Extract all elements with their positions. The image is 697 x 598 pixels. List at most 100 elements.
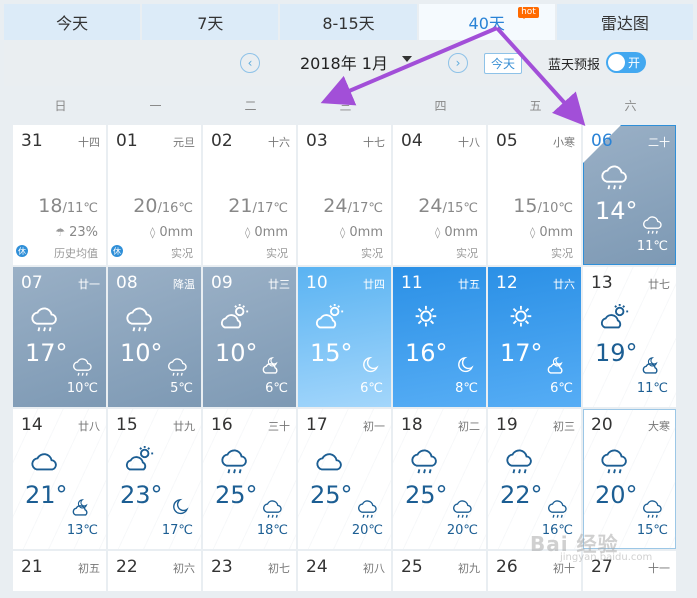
day-cell[interactable]: 17 初一 25° 20℃ [298, 409, 391, 549]
high-temp: 21° [25, 481, 68, 509]
day-cell[interactable]: 23 初七 [203, 551, 296, 591]
partly-cloudy-night-icon [260, 355, 286, 377]
raindrop-icon: ◊ [529, 226, 536, 239]
lunar-date: 大寒 [648, 420, 670, 433]
lunar-date: 十四 [78, 136, 100, 149]
month-selector[interactable]: 2018年 1月 [300, 50, 388, 74]
lunar-date: 元旦 [173, 136, 195, 149]
day-cell[interactable]: 25 初九 [393, 551, 486, 591]
holiday-badge: 休 [111, 245, 123, 257]
moon-icon [165, 497, 191, 519]
day-number: 03 [306, 131, 328, 151]
low-temp: 11℃ [636, 239, 668, 254]
tab-8-15-days[interactable]: 8-15天 [280, 4, 417, 40]
day-cell[interactable]: 14 廿八 21° 13℃ [13, 409, 106, 549]
bluesky-forecast-label: 蓝天预报 [548, 58, 601, 73]
lunar-date: 初五 [78, 562, 100, 575]
raindrop-icon: ◊ [339, 226, 346, 239]
lunar-date: 十六 [268, 136, 290, 149]
weekday-header: 日 一 二 三 四 五 六 [13, 94, 678, 118]
lunar-date: 小寒 [553, 136, 575, 149]
weekday-wed: 三 [339, 99, 352, 113]
historical-temp: 24/17℃ [323, 195, 383, 217]
day-cell[interactable]: 07 廿一 17° 10℃ [13, 267, 106, 407]
high-temp: 10° [215, 339, 258, 367]
day-cell[interactable]: 18 初二 25° 20℃ [393, 409, 486, 549]
rain-cloud-icon [355, 497, 381, 519]
lunar-date: 廿四 [363, 278, 385, 291]
umbrella-icon: ☂ [55, 226, 65, 239]
weekday-tue: 二 [244, 99, 257, 113]
low-temp: 17℃ [161, 523, 193, 538]
rain-cloud-icon [260, 497, 286, 519]
high-temp: 17° [25, 339, 68, 367]
partly-cloudy-icon [597, 303, 633, 333]
high-temp: 19° [595, 339, 638, 367]
day-number: 02 [211, 131, 233, 151]
lunar-date: 廿七 [648, 278, 670, 291]
day-cell[interactable]: 06 二十 14° 11℃ [583, 125, 676, 265]
lunar-date: 二十 [648, 136, 670, 149]
tab-radar[interactable]: 雷达图 [556, 4, 694, 40]
lunar-date: 廿五 [458, 278, 480, 291]
day-cell[interactable]: 11 廿五 16° 8℃ [393, 267, 486, 407]
bluesky-toggle[interactable]: 开 [606, 52, 646, 73]
day-number: 01 [116, 131, 138, 151]
rain-cloud-icon [502, 445, 538, 475]
weekday-thu: 四 [434, 99, 447, 113]
rain-cloud-icon [70, 355, 96, 377]
precipitation: ☂ 23% [55, 225, 98, 240]
tab-7-days[interactable]: 7天 [142, 4, 279, 40]
day-cell[interactable]: 03 十七 24/17℃ ◊ 0mm 实况 [298, 125, 391, 265]
day-cell[interactable]: 24 初八 [298, 551, 391, 591]
day-number: 13 [591, 273, 613, 293]
high-temp: 15° [310, 339, 353, 367]
precipitation: ◊ 0mm [529, 225, 573, 240]
day-number: 18 [401, 415, 423, 435]
tab-40-days[interactable]: 40天 hot [418, 4, 555, 40]
today-button[interactable]: 今天 [484, 53, 522, 74]
raindrop-icon: ◊ [434, 226, 441, 239]
day-number: 14 [21, 415, 43, 435]
day-number: 17 [306, 415, 328, 435]
weekday-sun: 日 [54, 99, 67, 113]
day-number: 04 [401, 131, 423, 151]
day-number: 16 [211, 415, 233, 435]
lunar-date: 初七 [268, 562, 290, 575]
toggle-knob [608, 54, 625, 71]
lunar-date: 廿三 [268, 278, 290, 291]
high-temp: 25° [405, 481, 448, 509]
lunar-date: 初九 [458, 562, 480, 575]
next-month-button[interactable]: › [448, 53, 468, 73]
tab-today[interactable]: 今天 [4, 4, 141, 40]
day-cell[interactable]: 05 小寒 15/10℃ ◊ 0mm 实况 [488, 125, 581, 265]
day-cell[interactable]: 16 三十 25° 18℃ [203, 409, 296, 549]
prev-month-button[interactable]: ‹ [240, 53, 260, 73]
day-cell[interactable]: 13 廿七 19° 11℃ [583, 267, 676, 407]
day-number: 12 [496, 273, 518, 293]
partly-cloudy-night-icon [545, 355, 571, 377]
high-temp: 22° [500, 481, 543, 509]
lunar-date: 初一 [363, 420, 385, 433]
day-cell[interactable]: 01 元旦 20/16℃ ◊ 0mm 实况 休 [108, 125, 201, 265]
day-cell[interactable]: 08 降温 10° 5℃ [108, 267, 201, 407]
day-cell[interactable]: 31 十四 18/11℃ ☂ 23% 历史均值 休 [13, 125, 106, 265]
data-source: 实况 [266, 247, 288, 260]
day-cell[interactable]: 15 廿九 23° 17℃ [108, 409, 201, 549]
day-number: 24 [306, 557, 328, 577]
day-cell[interactable]: 12 廿六 17° 6℃ [488, 267, 581, 407]
data-source: 实况 [551, 247, 573, 260]
partly-cloudy-icon [312, 303, 348, 333]
day-cell[interactable]: 21 初五 [13, 551, 106, 591]
day-cell[interactable]: 22 初六 [108, 551, 201, 591]
low-temp: 13℃ [66, 523, 98, 538]
day-cell[interactable]: 04 十八 24/15℃ ◊ 0mm 实况 [393, 125, 486, 265]
moon-icon [450, 355, 476, 377]
cloud-icon [27, 445, 63, 475]
caret-down-icon[interactable] [402, 56, 412, 62]
day-cell[interactable]: 02 十六 21/17℃ ◊ 0mm 实况 [203, 125, 296, 265]
low-temp: 6℃ [265, 381, 288, 396]
day-cell[interactable]: 10 廿四 15° 6℃ [298, 267, 391, 407]
day-cell[interactable]: 09 廿三 10° 6℃ [203, 267, 296, 407]
low-temp: 6℃ [360, 381, 383, 396]
